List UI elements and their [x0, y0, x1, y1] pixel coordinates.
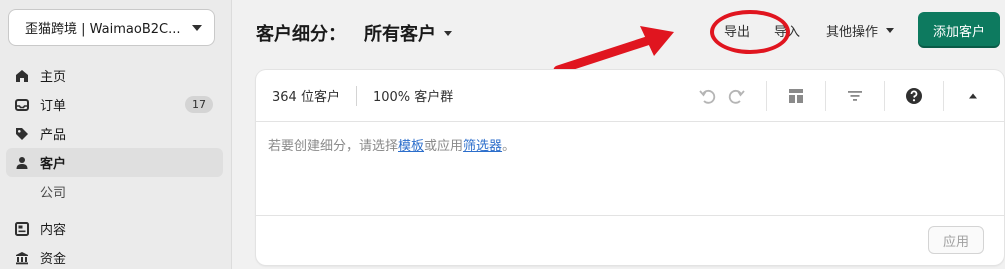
- nav-item-orders[interactable]: 订单 17: [6, 90, 223, 119]
- bank-icon: [14, 250, 30, 266]
- nav-label: 公司: [40, 186, 67, 201]
- more-actions-label: 其他操作: [825, 24, 878, 40]
- divider: [355, 85, 357, 106]
- add-customer-button[interactable]: 添加客户: [917, 12, 1000, 48]
- customer-count: 364 位客户: [272, 90, 340, 105]
- card-footer: 应用: [256, 215, 1004, 265]
- help-icon[interactable]: [899, 81, 929, 111]
- nav-item-finance[interactable]: 资金: [6, 243, 223, 269]
- nav-label: 订单: [40, 99, 67, 114]
- layout-icon: [14, 221, 30, 237]
- inbox-icon: [14, 97, 30, 113]
- nav-item-products[interactable]: 产品: [6, 119, 223, 148]
- nav-label: 产品: [40, 128, 67, 143]
- nav-item-company[interactable]: 公司: [6, 177, 223, 206]
- divider: [825, 81, 826, 111]
- person-icon: [14, 155, 30, 171]
- card-toolbar: 364 位客户 100% 客户群: [256, 70, 1004, 122]
- house-icon: [14, 68, 30, 84]
- store-selector[interactable]: 歪猫跨境 | WaimaoB2C...: [8, 9, 215, 46]
- nav-item-content[interactable]: 内容: [6, 214, 223, 243]
- nav-item-customers[interactable]: 客户: [6, 148, 223, 177]
- nav-label: 内容: [40, 223, 67, 238]
- nav-label: 客户: [40, 157, 67, 172]
- page-title: 客户细分： 所有客户: [256, 20, 452, 46]
- orders-count-badge: 17: [185, 96, 213, 113]
- divider: [766, 81, 767, 111]
- redo-icon[interactable]: [722, 81, 752, 111]
- divider: [884, 81, 885, 111]
- tag-icon: [14, 126, 30, 142]
- header-actions: 导出 导入 其他操作 添加客户: [709, 9, 1000, 54]
- columns-icon[interactable]: [781, 81, 811, 111]
- filter-link[interactable]: 筛选器: [463, 139, 502, 154]
- store-name: 歪猫跨境 | WaimaoB2C...: [25, 22, 181, 37]
- apply-button[interactable]: 应用: [927, 226, 984, 254]
- nav-label: 资金: [40, 252, 67, 267]
- divider: [943, 81, 944, 111]
- chevron-down-icon: [444, 30, 452, 36]
- collapse-icon[interactable]: [958, 81, 988, 111]
- more-actions-button[interactable]: 其他操作: [816, 15, 904, 46]
- segment-hint: 若要创建细分，请选择模板或应用筛选器。: [268, 135, 515, 154]
- template-link[interactable]: 模板: [398, 139, 424, 154]
- nav-label: 主页: [40, 70, 67, 85]
- nav-item-home[interactable]: 主页: [6, 61, 223, 90]
- main-nav: 主页 订单 17 产品 客户 公司 内容 资金: [6, 61, 223, 269]
- chevron-down-icon: [192, 24, 202, 31]
- hint-text: 或应用: [424, 139, 464, 154]
- chevron-down-icon: [885, 27, 894, 33]
- title-prefix: 客户细分：: [256, 24, 346, 45]
- segment-share: 100% 客户群: [372, 90, 454, 105]
- sidebar: 歪猫跨境 | WaimaoB2C... 主页 订单 17 产品 客户 公司 内容…: [0, 0, 232, 269]
- toolbar-icons: [692, 70, 1004, 122]
- filter-icon[interactable]: [840, 81, 870, 111]
- customers-card: 364 位客户 100% 客户群 若要创建细分，请选择模板或应用筛选器。 应用: [256, 70, 1004, 265]
- hint-text: 若要创建细分，请选择: [268, 139, 399, 154]
- segment-selector[interactable]: 所有客户: [364, 20, 452, 46]
- export-button[interactable]: 导出: [709, 9, 790, 54]
- undo-icon[interactable]: [692, 81, 722, 111]
- hint-text: 。: [502, 139, 516, 154]
- segment-name: 所有客户: [364, 24, 436, 45]
